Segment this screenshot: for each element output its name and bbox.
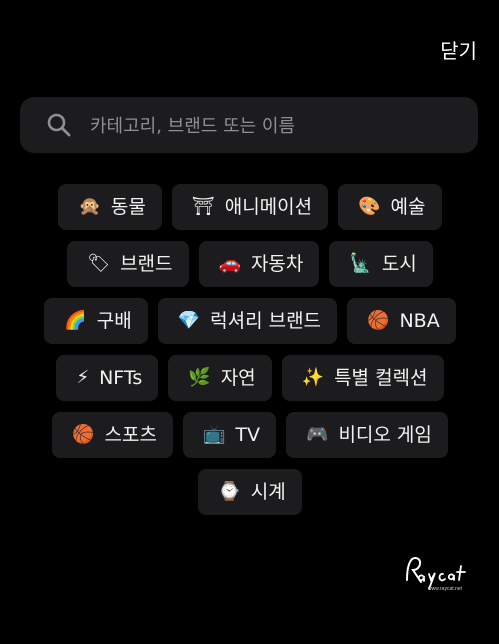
category-chip-label: 스포츠 — [104, 423, 157, 446]
search-icon — [47, 113, 71, 137]
basketball-icon: 🏀 — [367, 310, 390, 331]
palette-icon: 🎨 — [358, 196, 381, 217]
category-chip[interactable]: 🚗 자동차 — [198, 241, 320, 287]
category-chip-label: 특별 컬렉션 — [334, 366, 428, 389]
raycat-logo: www.raycat.net — [406, 556, 466, 592]
category-chip-label: 동물 — [110, 195, 146, 218]
search-input[interactable]: 카테고리, 브랜드 또는 이름 — [90, 112, 295, 138]
category-chip[interactable]: 🌿 자연 — [168, 355, 272, 401]
television-icon: 📺 — [202, 424, 226, 445]
category-chip[interactable]: ⚡ NFTs — [56, 355, 159, 401]
game-controller-icon: 🎮 — [306, 424, 329, 445]
herb-icon: 🌿 — [188, 367, 211, 388]
category-row: 🌈 구배 💎 럭셔리 브랜드 🏀 NBA — [20, 298, 480, 344]
category-chip-label: 비디오 게임 — [338, 423, 432, 446]
category-chip-list: 🙊 동물 ⛩ 애니메이션 🎨 예술 🏷 브랜드 🚗 자동차 🗽 도시 🌈 구배 💎 럭셔리 브랜드 🏀 NBA ⚡ N… — [20, 184, 480, 526]
category-chip-label: NBA — [399, 309, 440, 332]
category-chip[interactable]: ⌚ 시계 — [198, 469, 302, 515]
category-chip-label: 자동차 — [250, 252, 304, 275]
rainbow-icon: 🌈 — [64, 310, 87, 331]
category-chip-label: TV — [235, 423, 261, 446]
category-chip[interactable]: 🏀 스포츠 — [52, 412, 173, 458]
category-chip-label: 예술 — [390, 195, 426, 218]
category-chip-label: 도시 — [381, 252, 417, 275]
category-chip[interactable]: ⛩ 애니메이션 — [171, 184, 329, 230]
category-chip[interactable]: 💎 럭셔리 브랜드 — [157, 298, 338, 344]
close-button[interactable]: 닫기 — [440, 38, 477, 64]
category-chip-label: 애니메이션 — [224, 195, 313, 218]
category-row: 🏀 스포츠 📺 TV 🎮 비디오 게임 — [20, 412, 480, 458]
torii-gate-icon: ⛩ — [191, 196, 215, 217]
category-row: ⌚ 시계 — [20, 469, 480, 515]
category-chip[interactable]: 📺 TV — [182, 412, 277, 458]
tag-icon: 🏷 — [87, 253, 111, 274]
category-chip[interactable]: 🙊 동물 — [58, 184, 162, 230]
category-chip[interactable]: 🌈 구배 — [44, 298, 148, 344]
monkey-icon: 🙊 — [78, 196, 101, 217]
statue-of-liberty-icon: 🗽 — [349, 253, 372, 274]
category-chip-label: 시계 — [250, 480, 286, 503]
category-row: ⚡ NFTs 🌿 자연 ✨ 특별 컬렉션 — [20, 355, 480, 401]
category-chip[interactable]: 🗽 도시 — [329, 241, 433, 287]
category-chip[interactable]: 🏷 브랜드 — [67, 241, 189, 287]
category-chip-label: 브랜드 — [120, 252, 173, 275]
gem-icon: 💎 — [177, 310, 201, 331]
basketball-icon: 🏀 — [72, 424, 95, 445]
raycat-url: www.raycat.net — [428, 586, 463, 592]
category-row: 🙊 동물 ⛩ 애니메이션 🎨 예술 — [20, 184, 480, 230]
category-chip-label: NFTs — [99, 366, 143, 389]
watch-icon: ⌚ — [218, 481, 241, 502]
category-row: 🏷 브랜드 🚗 자동차 🗽 도시 — [20, 241, 480, 287]
category-chip-label: 자연 — [220, 366, 256, 389]
category-chip-label: 구배 — [96, 309, 132, 332]
sparkles-icon: ✨ — [301, 367, 325, 388]
search-bar[interactable]: 카테고리, 브랜드 또는 이름 — [20, 97, 478, 153]
category-chip[interactable]: 🎮 비디오 게임 — [286, 412, 448, 458]
category-chip[interactable]: ✨ 특별 컬렉션 — [281, 355, 444, 401]
category-chip-label: 럭셔리 브랜드 — [210, 309, 322, 332]
category-chip[interactable]: 🏀 NBA — [347, 298, 456, 344]
category-chip[interactable]: 🎨 예술 — [338, 184, 442, 230]
lightning-icon: ⚡ — [76, 367, 90, 388]
car-icon: 🚗 — [218, 253, 241, 274]
